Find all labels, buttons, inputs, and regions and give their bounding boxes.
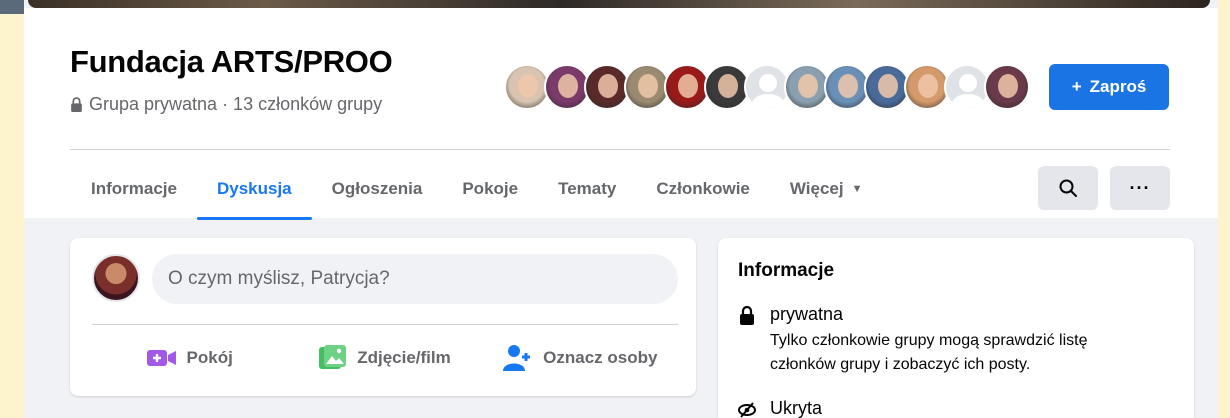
group-header: Fundacja ARTS/PROO Grupa prywatna · 13 c… bbox=[24, 8, 1218, 220]
member-face bbox=[558, 74, 578, 98]
member-avatar[interactable] bbox=[984, 64, 1030, 110]
member-face bbox=[838, 74, 858, 98]
member-face bbox=[718, 74, 738, 98]
member-face bbox=[678, 74, 698, 98]
visibility-info: Ukryta bbox=[738, 398, 822, 418]
lock-icon bbox=[740, 306, 754, 325]
default-avatar-head bbox=[959, 74, 977, 92]
header-divider bbox=[70, 149, 1170, 150]
privacy-info: prywatna Tylko członkowie grupy mogą spr… bbox=[738, 304, 1150, 377]
group-title: Fundacja ARTS/PROO bbox=[70, 44, 393, 79]
privacy-heading: prywatna bbox=[770, 304, 844, 324]
group-tabs: Informacje Dyskusja Ogłoszenia Pokoje Tematy… bbox=[70, 160, 883, 220]
member-face bbox=[998, 74, 1018, 98]
default-avatar-head bbox=[759, 74, 777, 92]
window-edge bbox=[0, 0, 24, 14]
tab-label: Pokoje bbox=[462, 179, 519, 198]
tag-people-label: Oznacz osoby bbox=[543, 348, 658, 367]
member-face bbox=[598, 74, 618, 98]
room-button-label: Pokój bbox=[186, 348, 233, 367]
tab-pokoje[interactable]: Pokoje bbox=[442, 160, 538, 218]
tab-label: Informacje bbox=[91, 179, 177, 198]
photo-icon bbox=[319, 345, 347, 369]
privacy-member-count: Grupa prywatna · 13 członków grupy bbox=[89, 94, 383, 114]
invite-button-label: Zaproś bbox=[1089, 77, 1147, 96]
search-icon bbox=[1059, 179, 1077, 197]
tag-people-button[interactable]: Oznacz osoby bbox=[483, 334, 678, 382]
member-face bbox=[878, 74, 898, 98]
group-page: Fundacja ARTS/PROO Grupa prywatna · 13 c… bbox=[24, 0, 1218, 418]
post-input-placeholder: O czym myślisz, Patrycja? bbox=[168, 268, 390, 289]
member-face bbox=[518, 74, 538, 98]
more-options-button[interactable]: ··· bbox=[1110, 166, 1170, 210]
default-avatar-body bbox=[752, 94, 784, 108]
plus-icon: + bbox=[1071, 77, 1082, 96]
tab-tematy[interactable]: Tematy bbox=[538, 160, 636, 218]
about-title: Informacje bbox=[738, 260, 835, 281]
member-face bbox=[638, 74, 658, 98]
invite-button[interactable]: + Zaproś bbox=[1049, 64, 1169, 110]
default-avatar-body bbox=[952, 94, 984, 108]
tab-dyskusja[interactable]: Dyskusja bbox=[196, 160, 312, 220]
tab-label: Więcej bbox=[789, 179, 844, 198]
more-icon: ··· bbox=[1129, 177, 1151, 198]
tab-label: Tematy bbox=[558, 179, 617, 198]
tab-więcej[interactable]: Więcej ▼ bbox=[770, 160, 883, 218]
member-avatars[interactable] bbox=[504, 64, 1030, 114]
photo-video-label: Zdjęcie/film bbox=[357, 348, 451, 367]
group-privacy-meta[interactable]: Grupa prywatna · 13 członków grupy bbox=[70, 94, 382, 115]
privacy-description: Tylko członkowie grupy mogą sprawdzić li… bbox=[770, 332, 1088, 373]
post-input[interactable]: O czym myślisz, Patrycja? bbox=[152, 254, 678, 304]
tab-label: Ogłoszenia bbox=[331, 179, 423, 198]
composer-divider bbox=[92, 324, 678, 325]
user-avatar[interactable] bbox=[92, 254, 140, 302]
chevron-down-icon: ▼ bbox=[851, 183, 863, 195]
member-face bbox=[918, 74, 938, 98]
tag-people-icon bbox=[503, 345, 531, 371]
member-face bbox=[798, 74, 818, 98]
hidden-eye-icon bbox=[738, 402, 756, 418]
tab-label: Dyskusja bbox=[216, 179, 292, 198]
tab-label: Członkowie bbox=[656, 179, 750, 198]
tab-ogłoszenia[interactable]: Ogłoszenia bbox=[312, 160, 443, 218]
visibility-heading: Ukryta bbox=[770, 398, 823, 418]
cover-photo-edge bbox=[28, 0, 1210, 8]
room-button[interactable]: Pokój bbox=[92, 334, 287, 382]
about-card: Informacje prywatna Tylko członkowie gru… bbox=[718, 238, 1194, 418]
composer-actions: Pokój Zdjęcie/film Oznacz osoby bbox=[92, 334, 678, 382]
tab-członkowie[interactable]: Członkowie bbox=[636, 160, 770, 218]
photo-video-button[interactable]: Zdjęcie/film bbox=[287, 334, 482, 382]
video-room-icon bbox=[146, 350, 176, 366]
post-composer: O czym myślisz, Patrycja? Pokój Zdjęcie/… bbox=[70, 238, 696, 396]
lock-icon bbox=[71, 97, 82, 112]
search-button[interactable] bbox=[1038, 166, 1098, 210]
tab-informacje[interactable]: Informacje bbox=[70, 160, 197, 218]
